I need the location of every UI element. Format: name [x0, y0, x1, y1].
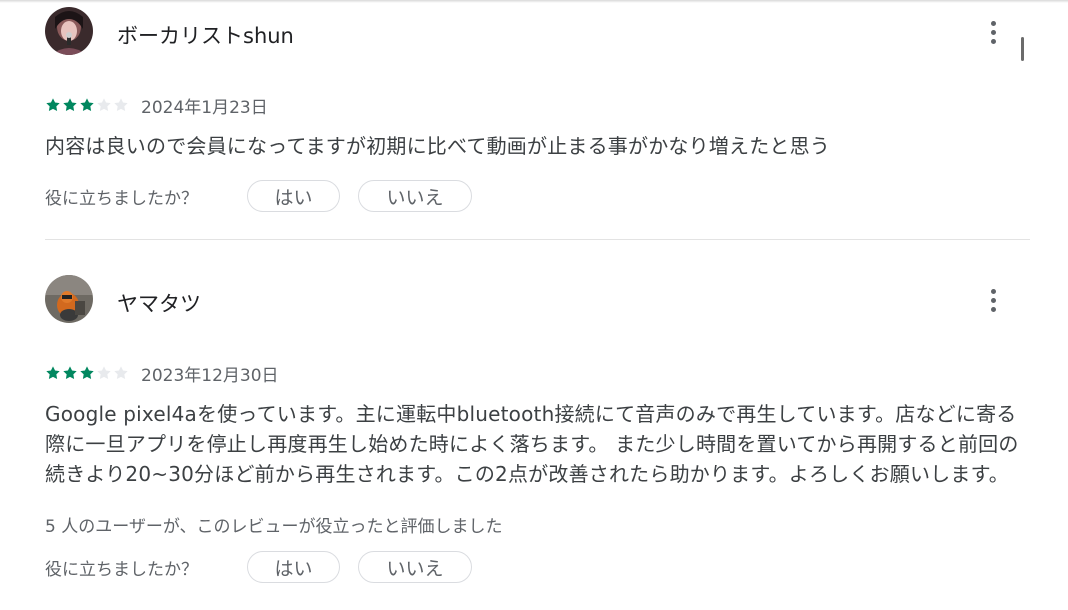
star-empty-icon [113, 365, 129, 381]
avatar-image [45, 275, 93, 323]
helpful-row: 役に立ちましたか？ はい いいえ [45, 549, 1030, 585]
more-vert-icon-dot [990, 29, 996, 35]
review-header: ボーカリストshun [45, 7, 1030, 57]
more-vert-icon [990, 20, 996, 26]
more-vert-icon-dot [990, 38, 996, 44]
star-filled-icon [62, 365, 78, 381]
top-shadow [0, 0, 1068, 3]
review-date: 2023年12月30日 [141, 365, 279, 386]
star-rating [45, 97, 129, 113]
star-empty-icon [96, 365, 112, 381]
rating-row: 2024年1月23日 [45, 94, 1030, 118]
star-rating [45, 365, 129, 381]
star-filled-icon [79, 365, 95, 381]
helpful-question: 役に立ちましたか？ [45, 559, 198, 580]
avatar [45, 7, 93, 55]
review-date: 2024年1月23日 [141, 97, 268, 118]
star-filled-icon [45, 97, 61, 113]
review-card: ボーカリストshun 2024年1月23日 内容は良いので会員になってますが初期… [45, 7, 1030, 214]
reviews-page: ボーカリストshun 2024年1月23日 内容は良いので会員になってますが初期… [0, 0, 1068, 610]
helpful-yes-button[interactable]: はい [247, 180, 340, 212]
more-options-button[interactable] [977, 12, 1009, 52]
avatar-image [45, 7, 93, 55]
review-card: ヤマタツ 2023年12月30日 Google pixel4aを使っています。主… [45, 275, 1030, 585]
review-text: Google pixel4aを使っています。主に運転中bluetooth接続にて… [45, 402, 1019, 486]
more-vert-icon [990, 288, 996, 294]
rating-row: 2023年12月30日 [45, 362, 1030, 386]
more-vert-icon-dot [990, 297, 996, 303]
reviewer-name: ヤマタツ [117, 292, 201, 316]
helpful-no-button[interactable]: いいえ [358, 180, 472, 212]
star-filled-icon [45, 365, 61, 381]
review-header: ヤマタツ [45, 275, 1030, 325]
more-options-button[interactable] [977, 280, 1009, 320]
helpful-no-button[interactable]: いいえ [358, 551, 472, 583]
star-filled-icon [62, 97, 78, 113]
more-vert-icon-dot [990, 306, 996, 312]
reviewer-name: ボーカリストshun [117, 24, 294, 48]
review-divider [45, 239, 1030, 240]
star-empty-icon [96, 97, 112, 113]
star-empty-icon [113, 97, 129, 113]
helpful-row: 役に立ちましたか？ はい いいえ [45, 178, 1030, 214]
review-text: 内容は良いので会員になってますが初期に比べて動画が止まる事がかなり増えたと思う [45, 134, 830, 158]
helpful-question: 役に立ちましたか？ [45, 188, 198, 209]
helpful-count: 5 人のユーザーが、このレビューが役立ったと評価しました [45, 517, 503, 537]
helpful-yes-button[interactable]: はい [247, 551, 340, 583]
star-filled-icon [79, 97, 95, 113]
avatar [45, 275, 93, 323]
